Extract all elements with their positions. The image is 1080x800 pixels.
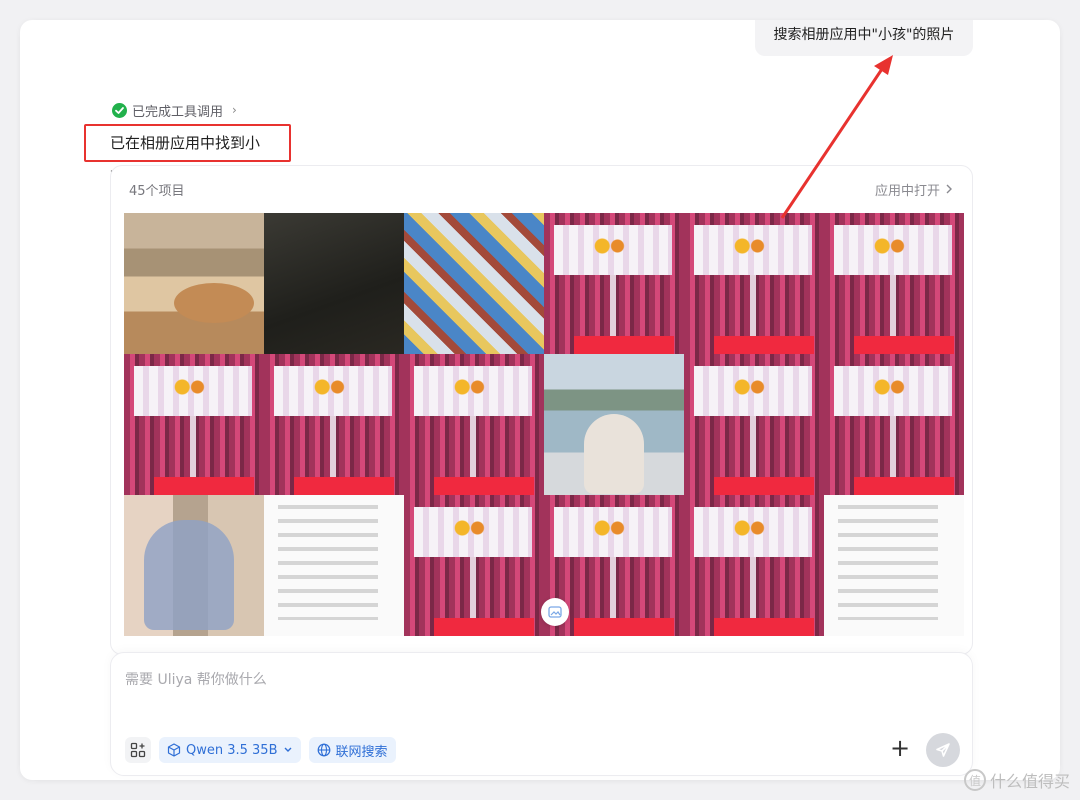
poster-redbar [854, 336, 954, 354]
poster-dots [732, 517, 766, 539]
tool-status-label: 已完成工具调用 [132, 104, 224, 120]
poster-stand [750, 416, 756, 478]
poster-dots [732, 235, 766, 257]
poster-stand [610, 557, 616, 619]
poster-stand [750, 557, 756, 619]
user-message-bubble: 搜索相册应用中"小孩"的照片 [755, 20, 973, 56]
poster-redbar [574, 336, 674, 354]
poster-stand [470, 416, 476, 478]
photo-thumbnail[interactable] [824, 354, 964, 495]
poster-stand [470, 557, 476, 619]
image-icon [548, 606, 562, 618]
poster-redbar [434, 477, 534, 495]
open-in-app-label: 应用中打开 [874, 183, 940, 199]
poster-dots [452, 517, 486, 539]
chevron-right-icon [946, 184, 952, 194]
photo-thumbnail[interactable] [684, 213, 824, 354]
photo-thumbnail[interactable] [824, 495, 964, 636]
photo-thumbnail[interactable] [684, 495, 824, 636]
album-count: 45个项目 [129, 183, 185, 199]
poster-stand [890, 416, 896, 478]
poster-dots [872, 376, 906, 398]
photo-grid [124, 213, 964, 636]
poster-stand [890, 275, 896, 337]
photo-thumbnail[interactable] [404, 213, 544, 354]
message-input[interactable] [125, 667, 825, 693]
globe-icon [317, 743, 330, 757]
photo-thumbnail[interactable] [124, 495, 264, 636]
add-attachment-button[interactable]: + [888, 736, 912, 761]
watermark-text: 什么值得买 [989, 772, 1070, 791]
tool-status-row[interactable]: 已完成工具调用 › [112, 100, 237, 120]
poster-dots [592, 235, 626, 257]
poster-redbar [574, 618, 674, 636]
photo-thumbnail[interactable] [264, 495, 404, 636]
apps-button[interactable] [125, 737, 151, 763]
poster-dots [732, 376, 766, 398]
model-label: Qwen 3.5 35B [186, 742, 278, 758]
poster-redbar [294, 477, 394, 495]
photo-thumbnail[interactable] [404, 354, 544, 495]
poster-dots [312, 376, 346, 398]
poster-redbar [714, 336, 814, 354]
scroll-down-button[interactable] [541, 598, 569, 626]
photo-thumbnail[interactable] [124, 354, 264, 495]
message-composer: Qwen 3.5 35B 联网搜索 + [110, 652, 973, 776]
open-in-app-link[interactable]: 应用中打开 [875, 180, 954, 199]
chevron-right-icon: › [232, 103, 237, 117]
poster-dots [592, 517, 626, 539]
send-icon [936, 743, 950, 757]
check-circle-icon [112, 102, 127, 118]
album-results-card: 45个项目 应用中打开 [110, 165, 973, 655]
poster-dots [872, 235, 906, 257]
poster-dots [452, 376, 486, 398]
photo-thumbnail[interactable] [684, 354, 824, 495]
web-search-label: 联网搜索 [335, 744, 388, 760]
photo-thumbnail[interactable] [264, 354, 404, 495]
poster-stand [330, 416, 336, 478]
photo-thumbnail[interactable] [544, 213, 684, 354]
poster-stand [750, 275, 756, 337]
apps-grid-icon [130, 742, 146, 758]
poster-redbar [714, 618, 814, 636]
photo-thumbnail[interactable] [124, 213, 264, 354]
chevron-down-icon [284, 747, 292, 752]
photo-thumbnail[interactable] [824, 213, 964, 354]
assistant-answer: 已在相册应用中找到小孩： [84, 124, 291, 186]
poster-redbar [434, 618, 534, 636]
photo-thumbnail[interactable] [264, 213, 404, 354]
poster-redbar [854, 477, 954, 495]
poster-redbar [154, 477, 254, 495]
photo-thumbnail[interactable] [404, 495, 544, 636]
poster-stand [610, 275, 616, 337]
user-message-text: 搜索相册应用中"小孩"的照片 [773, 27, 955, 43]
photo-thumbnail[interactable] [544, 354, 684, 495]
album-header: 45个项目 应用中打开 [111, 166, 972, 212]
poster-dots [172, 376, 206, 398]
web-search-toggle[interactable]: 联网搜索 [308, 737, 396, 763]
watermark-logo-icon: 值 [963, 769, 986, 791]
chat-window: 搜索相册应用中"小孩"的照片 已完成工具调用 › 已在相册应用中找到小孩： 45… [20, 20, 1060, 780]
model-selector[interactable]: Qwen 3.5 35B [159, 737, 301, 763]
cube-icon [167, 743, 181, 757]
watermark: 值 什么值得买 [963, 768, 1070, 792]
poster-redbar [714, 477, 814, 495]
send-button[interactable] [926, 733, 960, 767]
poster-stand [190, 416, 196, 478]
composer-tools: Qwen 3.5 35B 联网搜索 [125, 737, 396, 763]
